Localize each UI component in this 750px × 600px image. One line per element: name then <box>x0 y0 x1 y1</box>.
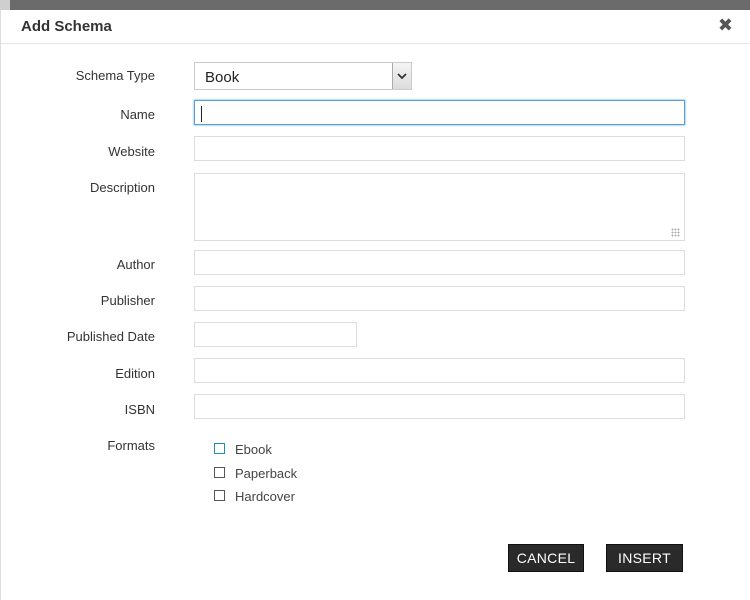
cancel-button[interactable]: CANCEL <box>508 544 584 572</box>
dialog-header: Add Schema ✖ <box>1 10 750 44</box>
website-label: Website <box>108 144 155 159</box>
name-input[interactable] <box>194 100 685 125</box>
schema-type-select[interactable]: Book <box>194 62 412 90</box>
author-label: Author <box>116 257 155 272</box>
add-schema-dialog: Add Schema ✖ Schema Type Book Name Websi… <box>0 10 750 600</box>
description-label: Description <box>89 180 155 195</box>
schema-type-value: Book <box>205 69 240 86</box>
publisher-input[interactable] <box>194 286 685 311</box>
hardcover-label[interactable]: Hardcover <box>235 489 295 504</box>
ebook-label[interactable]: Ebook <box>235 442 272 457</box>
published-date-label: Published Date <box>66 329 155 344</box>
resize-grip-icon[interactable] <box>671 228 680 237</box>
close-icon[interactable]: ✖ <box>718 16 733 34</box>
edition-input[interactable] <box>194 358 685 383</box>
website-input[interactable] <box>194 136 685 161</box>
isbn-input[interactable] <box>194 394 685 419</box>
schema-type-label: Schema Type <box>75 68 155 83</box>
text-caret <box>201 106 202 122</box>
edition-label: Edition <box>115 366 155 381</box>
hardcover-checkbox[interactable] <box>214 490 225 501</box>
publisher-label: Publisher <box>100 293 155 308</box>
dialog-title: Add Schema <box>21 18 112 35</box>
paperback-label[interactable]: Paperback <box>235 466 297 481</box>
published-date-input[interactable] <box>194 322 357 347</box>
formats-label: Formats <box>107 438 155 453</box>
name-label: Name <box>120 107 155 122</box>
insert-button[interactable]: INSERT <box>606 544 683 572</box>
paperback-checkbox[interactable] <box>214 467 225 478</box>
ebook-checkbox[interactable] <box>214 443 225 454</box>
isbn-label: ISBN <box>124 402 155 417</box>
author-input[interactable] <box>194 250 685 275</box>
description-textarea[interactable] <box>194 173 685 241</box>
chevron-down-icon[interactable] <box>392 63 411 89</box>
